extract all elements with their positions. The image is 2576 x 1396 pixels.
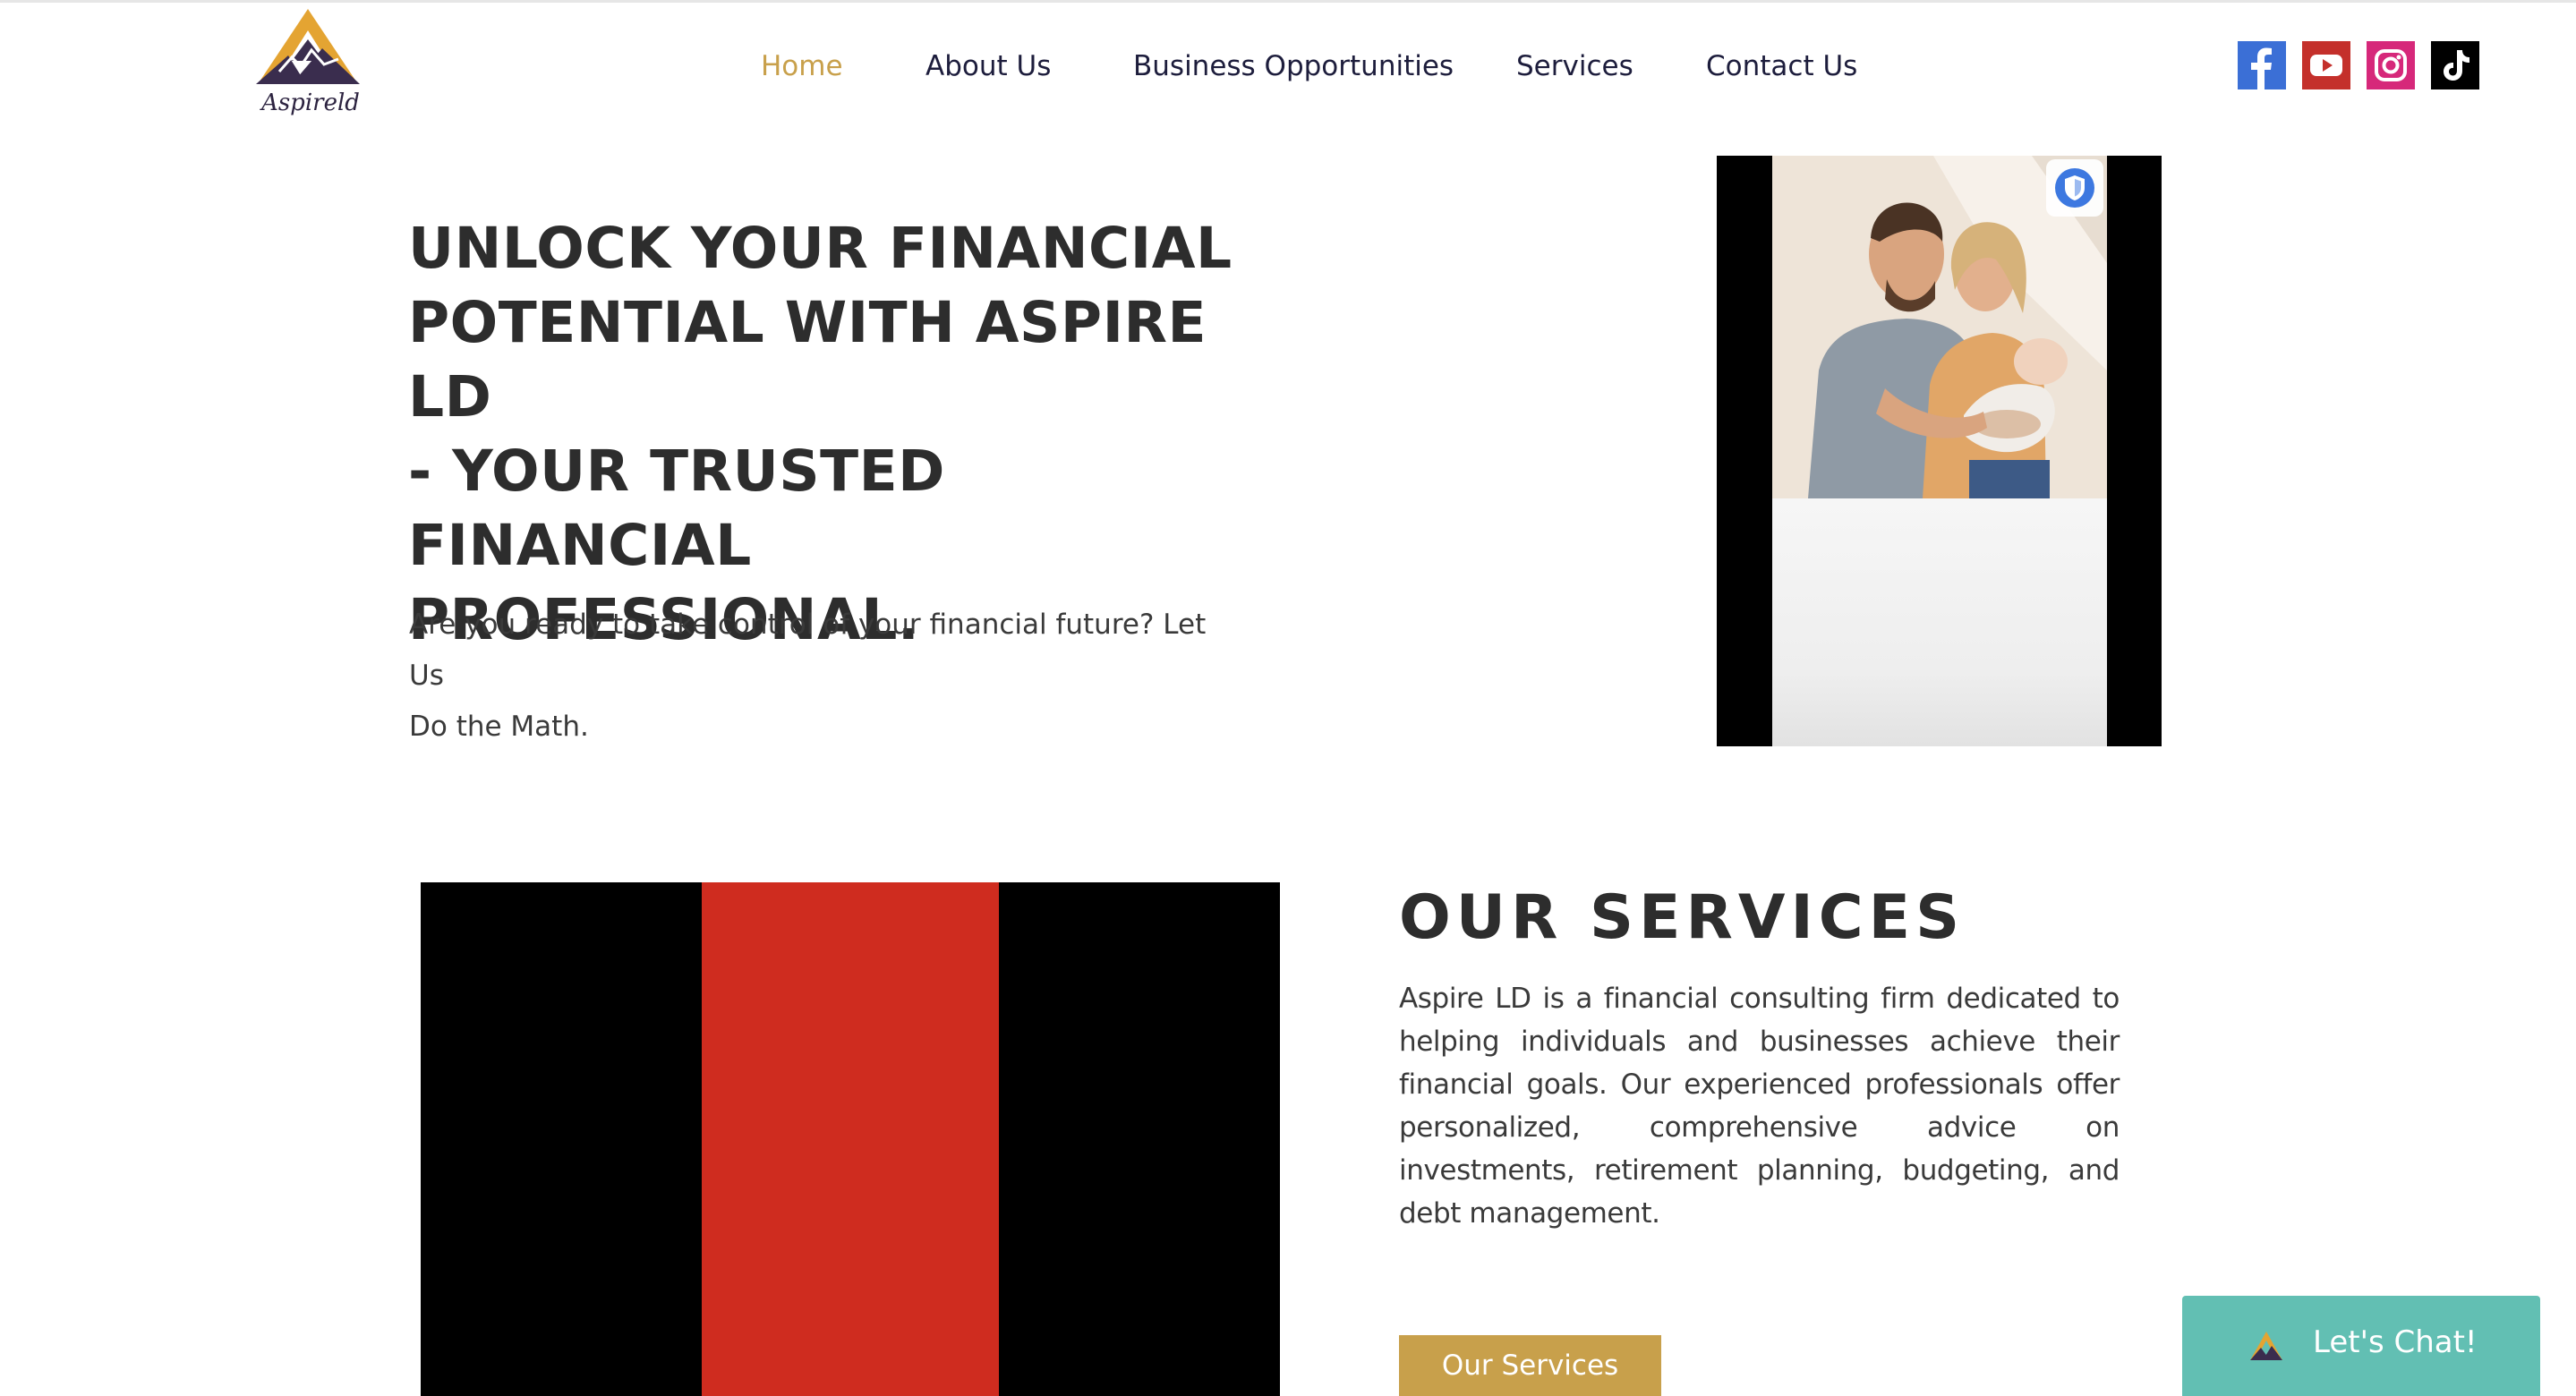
- hero-subtitle: Are you ready to take control of your fi…: [409, 600, 1215, 753]
- our-services-button[interactable]: Our Services: [1399, 1335, 1661, 1396]
- site-logo[interactable]: Aspireld: [252, 7, 363, 123]
- chat-label: Let's Chat!: [2313, 1324, 2478, 1360]
- nav-home[interactable]: Home: [761, 50, 843, 82]
- mountain-logo-icon: [256, 9, 360, 84]
- shield-icon: [2046, 159, 2103, 217]
- hero-title-line: - YOUR TRUSTED FINANCIAL: [408, 438, 945, 578]
- facebook-icon[interactable]: [2238, 41, 2286, 89]
- nav-services[interactable]: Services: [1516, 50, 1633, 82]
- hero-video[interactable]: [1717, 156, 2162, 746]
- hero-title-line: UNLOCK YOUR FINANCIAL: [408, 216, 1233, 281]
- services-heading: OUR SERVICES: [1399, 882, 1966, 953]
- logo-wordmark: Aspireld: [261, 89, 360, 116]
- services-description: Aspire LD is a financial consulting firm…: [1399, 983, 2120, 1230]
- hero-subtitle-line: Are you ready to take control of your fi…: [409, 609, 1207, 692]
- instagram-icon[interactable]: [2367, 41, 2415, 89]
- video-frame-lower: [1772, 498, 2107, 746]
- nav-about-us[interactable]: About Us: [925, 50, 1051, 82]
- hero-subtitle-line: Do the Math.: [409, 711, 589, 743]
- nav-contact-us[interactable]: Contact Us: [1706, 50, 1857, 82]
- services-video[interactable]: [421, 882, 1280, 1396]
- services-video-frame: [702, 882, 999, 1396]
- hero-title-line: POTENTIAL WITH ASPIRE LD: [408, 290, 1207, 430]
- top-border: [0, 0, 2576, 3]
- youtube-icon[interactable]: [2302, 41, 2350, 89]
- chat-logo-icon: [2250, 1332, 2282, 1360]
- tiktok-icon[interactable]: [2431, 41, 2479, 89]
- chat-button[interactable]: Let's Chat!: [2182, 1296, 2540, 1396]
- hero-title: UNLOCK YOUR FINANCIAL POTENTIAL WITH ASP…: [408, 211, 1267, 657]
- nav-business-opportunities[interactable]: Business Opportunities: [1133, 50, 1454, 82]
